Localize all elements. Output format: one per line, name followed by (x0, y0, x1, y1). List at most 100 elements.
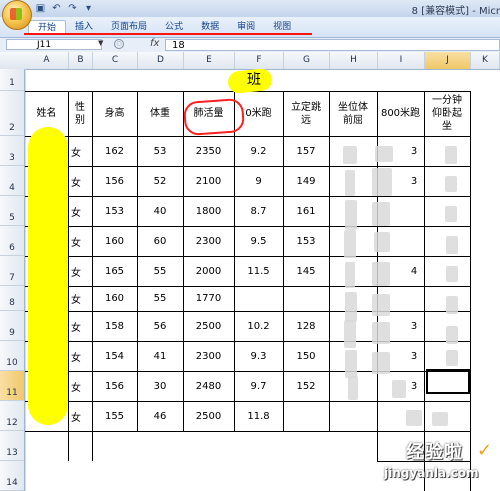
cell-standing-jump[interactable] (283, 286, 329, 311)
cell-lung-capacity[interactable]: 1800 (183, 196, 234, 226)
cell-lung-capacity[interactable]: 2300 (183, 226, 234, 256)
row-header[interactable]: 9 (0, 311, 24, 341)
cell-height[interactable]: 165 (92, 256, 137, 286)
cell-gender[interactable]: 女 (68, 286, 95, 311)
row-header[interactable]: 6 (0, 226, 24, 256)
cell-weight[interactable]: 30 (137, 371, 183, 401)
active-cell-J11[interactable] (426, 369, 470, 394)
header-situps[interactable]: 一分钟 仰卧起 坐 (424, 91, 470, 136)
cell-lung-capacity[interactable]: 2100 (183, 166, 234, 196)
row-header[interactable]: 4 (0, 166, 24, 196)
row-header[interactable]: 2 (0, 91, 24, 136)
cell-standing-jump[interactable] (283, 401, 329, 431)
cell-800m-run[interactable]: 3 (407, 166, 421, 196)
cell-gender[interactable]: 女 (68, 226, 95, 256)
cell-standing-jump[interactable]: 149 (283, 166, 329, 196)
cell-weight[interactable]: 55 (137, 286, 183, 311)
cell-weight[interactable]: 53 (137, 136, 183, 166)
cell-gender[interactable]: 女 (68, 371, 95, 401)
header-weight[interactable]: 体重 (137, 91, 183, 136)
header-800m-run[interactable]: 800米跑 (377, 91, 424, 136)
tab-data[interactable]: 数据 (192, 20, 228, 34)
cell-50m-run[interactable] (234, 286, 283, 311)
column-header[interactable]: I (378, 52, 425, 69)
row-header[interactable]: 3 (0, 136, 24, 166)
header-sit-reach[interactable]: 坐位体 前屈 (329, 91, 377, 136)
dropdown-icon[interactable]: ▾ (82, 2, 95, 15)
row-header[interactable]: 5 (0, 196, 24, 226)
cell-grid[interactable]: 姓名 性 别 身高 体重 肺活量 0米跑 立定跳 远 坐位体 前屈 800米跑 … (25, 69, 500, 491)
header-gender[interactable]: 性 别 (68, 91, 92, 136)
cell-height[interactable]: 160 (92, 226, 137, 256)
name-box[interactable]: J11 (6, 39, 102, 50)
cell-gender[interactable]: 女 (68, 166, 95, 196)
cell-800m-run[interactable] (407, 286, 421, 311)
save-icon[interactable]: ▣ (34, 2, 47, 15)
cell-lung-capacity[interactable]: 2480 (183, 371, 234, 401)
cell-standing-jump[interactable]: 152 (283, 371, 329, 401)
cell-lung-capacity[interactable]: 2350 (183, 136, 234, 166)
cell-lung-capacity[interactable]: 2300 (183, 341, 234, 371)
cell-gender[interactable]: 女 (68, 401, 95, 431)
tab-review[interactable]: 审阅 (228, 20, 264, 34)
column-header[interactable]: C (93, 52, 138, 69)
chevron-down-icon[interactable]: ▼ (98, 39, 103, 47)
cell-weight[interactable]: 60 (137, 226, 183, 256)
cell-lung-capacity[interactable]: 1770 (183, 286, 234, 311)
row-header[interactable]: 8 (0, 286, 24, 311)
column-header[interactable]: D (138, 52, 184, 69)
cell-weight[interactable]: 40 (137, 196, 183, 226)
cell-height[interactable]: 156 (92, 371, 137, 401)
cell-50m-run[interactable]: 9.2 (234, 136, 283, 166)
row-header[interactable]: 1 (0, 69, 24, 91)
row-header[interactable]: 14 (0, 461, 24, 491)
cell-50m-run[interactable]: 9 (234, 166, 283, 196)
cell-height[interactable]: 154 (92, 341, 137, 371)
cell-standing-jump[interactable]: 157 (283, 136, 329, 166)
cell-weight[interactable]: 41 (137, 341, 183, 371)
column-header[interactable]: G (284, 52, 330, 69)
column-header[interactable]: K (471, 52, 500, 69)
cell-standing-jump[interactable]: 153 (283, 226, 329, 256)
cell-50m-run[interactable]: 9.5 (234, 226, 283, 256)
cell-height[interactable]: 155 (92, 401, 137, 431)
cell-standing-jump[interactable]: 161 (283, 196, 329, 226)
cell-50m-run[interactable]: 9.3 (234, 341, 283, 371)
cell-800m-run[interactable]: 3 (407, 136, 421, 166)
cell-50m-run[interactable]: 11.8 (234, 401, 283, 431)
cell-lung-capacity[interactable]: 2500 (183, 401, 234, 431)
cell-50m-run[interactable]: 10.2 (234, 311, 283, 341)
column-header-selected[interactable]: J (425, 52, 471, 69)
redo-icon[interactable]: ↷ (66, 2, 79, 15)
cell-gender[interactable]: 女 (68, 196, 95, 226)
column-header[interactable]: H (330, 52, 378, 69)
office-button[interactable] (2, 0, 32, 30)
row-header[interactable]: 10 (0, 341, 24, 371)
cell-weight[interactable]: 46 (137, 401, 183, 431)
tab-view[interactable]: 视图 (264, 20, 300, 34)
cell-lung-capacity[interactable]: 2500 (183, 311, 234, 341)
cell-weight[interactable]: 56 (137, 311, 183, 341)
cell-gender[interactable]: 女 (68, 256, 95, 286)
row-header[interactable]: 12 (0, 401, 24, 431)
zoom-icon[interactable]: ○ (114, 39, 124, 49)
header-height[interactable]: 身高 (92, 91, 137, 136)
cell-800m-run[interactable]: 3 (407, 311, 421, 341)
cell-lung-capacity[interactable]: 2000 (183, 256, 234, 286)
cell-weight[interactable]: 55 (137, 256, 183, 286)
cell-800m-run[interactable]: 3 (407, 371, 421, 401)
header-standing-jump[interactable]: 立定跳 远 (283, 91, 329, 136)
cell-800m-run[interactable]: 4 (407, 256, 421, 286)
cell-gender[interactable]: 女 (68, 136, 95, 166)
cell-800m-run[interactable] (407, 196, 421, 226)
cell-50m-run[interactable]: 8.7 (234, 196, 283, 226)
cell-800m-run[interactable]: 3 (407, 341, 421, 371)
cell-standing-jump[interactable]: 128 (283, 311, 329, 341)
cell-standing-jump[interactable]: 150 (283, 341, 329, 371)
cell-height[interactable]: 162 (92, 136, 137, 166)
cell-weight[interactable]: 52 (137, 166, 183, 196)
column-header[interactable]: E (184, 52, 235, 69)
column-header[interactable]: A (25, 52, 69, 69)
tab-page-layout[interactable]: 页面布局 (102, 20, 156, 34)
cell-standing-jump[interactable]: 145 (283, 256, 329, 286)
